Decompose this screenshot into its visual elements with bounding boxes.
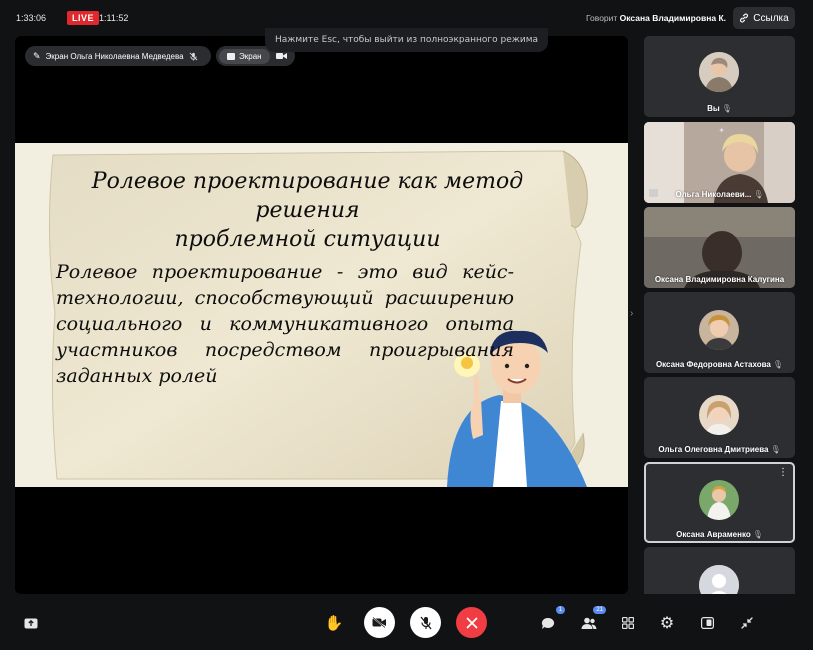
participant-tile[interactable]	[644, 547, 795, 594]
screen-share-stage: ✎ Экран Ольга Николаевна Медведева Экран	[15, 36, 628, 594]
chat-badge: 1	[555, 606, 565, 614]
slide-title-line-2: проблемной ситуации	[174, 227, 441, 252]
mic-off-icon: 🎙	[752, 530, 763, 539]
participant-name: Ольга Николаеви... 🎙	[644, 190, 795, 199]
mic-off-icon: 🎙	[753, 190, 764, 199]
avatar	[699, 565, 739, 594]
screen-owner-pill[interactable]: ✎ Экран Ольга Николаевна Медведева	[25, 46, 211, 66]
participant-name-text: Оксана Авраменко	[676, 530, 751, 539]
elapsed-time: 1:11:52	[99, 13, 129, 23]
mic-off-icon: 🎙	[721, 104, 732, 113]
camera-toggle-button[interactable]	[364, 607, 395, 638]
participant-name-text: Вы	[707, 104, 720, 113]
participant-tile[interactable]: Ольга Олеговна Дмитриева 🎙	[644, 377, 795, 458]
tab-screen[interactable]: Экран	[219, 48, 270, 64]
camera-icon[interactable]	[275, 52, 287, 60]
participant-tile[interactable]: Оксана Владимировна Калугина	[644, 207, 795, 288]
more-options-icon[interactable]: ⋮	[778, 467, 788, 478]
layout-grid-button[interactable]	[615, 610, 641, 636]
avatar	[699, 310, 739, 350]
slide-title-line-1: Ролевое проектирование как метод решения	[91, 169, 524, 223]
chevron-right-icon[interactable]: ›	[630, 308, 633, 319]
link-icon	[740, 13, 749, 23]
end-call-button[interactable]	[456, 607, 487, 638]
copy-link-button[interactable]: Ссылка	[733, 7, 795, 29]
fullscreen-esc-hint: Нажмите Esc, чтобы выйти из полноэкранно…	[265, 28, 548, 52]
participant-name: Оксана Владимировна Калугина	[644, 275, 795, 284]
gear-icon: ⚙	[659, 615, 675, 632]
participant-name: Оксана Федоровна Астахова 🎙	[644, 360, 795, 369]
active-speaker-prefix: Говорит	[586, 13, 618, 23]
avatar	[699, 52, 739, 92]
copy-link-label: Ссылка	[753, 12, 789, 24]
grid-icon	[622, 617, 634, 629]
raise-hand-button[interactable]: ✋	[321, 610, 347, 636]
live-badge: LIVE	[67, 11, 100, 25]
mic-off-icon	[420, 616, 431, 629]
pin-icon: ✎	[33, 50, 41, 61]
picture-in-picture-button[interactable]	[694, 610, 720, 636]
slide-title: Ролевое проектирование как метод решения…	[60, 167, 555, 254]
camera-off-icon	[372, 617, 386, 628]
participants-icon	[581, 617, 597, 629]
participants-badge: 21	[593, 606, 606, 614]
slide-body: Ролевое проектирование - это вид кейс- т…	[56, 261, 514, 387]
avatar	[699, 395, 739, 435]
mic-off-icon: 🎙	[772, 360, 784, 369]
call-controls-bar: ✋ 1 21 ⚙	[0, 596, 813, 650]
share-screen-icon	[24, 618, 38, 628]
participant-name-text: Оксана Федоровна Астахова	[655, 360, 771, 369]
settings-button[interactable]: ⚙	[654, 610, 680, 636]
mic-off-icon: 🎙	[770, 445, 781, 454]
participant-name-text: Ольга Николаеви...	[675, 190, 752, 199]
screen-icon	[227, 52, 235, 60]
presentation-slide: Ролевое проектирование как метод решения…	[15, 143, 628, 487]
clock: 1:33:06	[16, 13, 47, 23]
exit-fullscreen-button[interactable]	[734, 610, 760, 636]
collapse-icon	[741, 617, 753, 629]
participant-name-text: Ольга Олеговна Дмитриева	[658, 445, 769, 454]
active-speaker-name: Оксана Владимировна К.	[619, 13, 726, 23]
participant-tile[interactable]: ⋮ Оксана Авраменко 🎙	[644, 462, 795, 543]
avatar	[699, 480, 739, 520]
participant-tile-self[interactable]: Вы 🎙	[644, 36, 795, 117]
participant-name: Вы 🎙	[644, 104, 795, 113]
participant-tile-presenter[interactable]: ✦ Ольга Николаеви... 🎙	[644, 122, 795, 203]
participant-name: Оксана Авраменко 🎙	[644, 530, 795, 539]
chat-icon	[541, 617, 555, 629]
mic-toggle-button[interactable]	[410, 607, 441, 638]
participant-tile[interactable]: Оксана Федоровна Астахова 🎙	[644, 292, 795, 373]
participant-name: Ольга Олеговна Дмитриева 🎙	[644, 445, 795, 454]
pip-icon	[700, 617, 714, 629]
screen-owner-label: Экран Ольга Николаевна Медведева	[45, 51, 184, 61]
chat-button[interactable]: 1	[535, 606, 565, 636]
active-speaker: Говорит Оксана Владимировна К.	[586, 13, 726, 23]
tab-screen-label: Экран	[239, 51, 262, 61]
close-icon	[466, 617, 477, 628]
pin-icon[interactable]: ✦	[718, 126, 725, 135]
participant-name-text: Оксана Владимировна Калугина	[654, 275, 785, 284]
participants-button[interactable]: 21	[576, 606, 606, 636]
hand-icon: ✋	[324, 615, 344, 632]
share-screen-button[interactable]	[18, 610, 44, 636]
mic-off-icon	[189, 52, 198, 61]
